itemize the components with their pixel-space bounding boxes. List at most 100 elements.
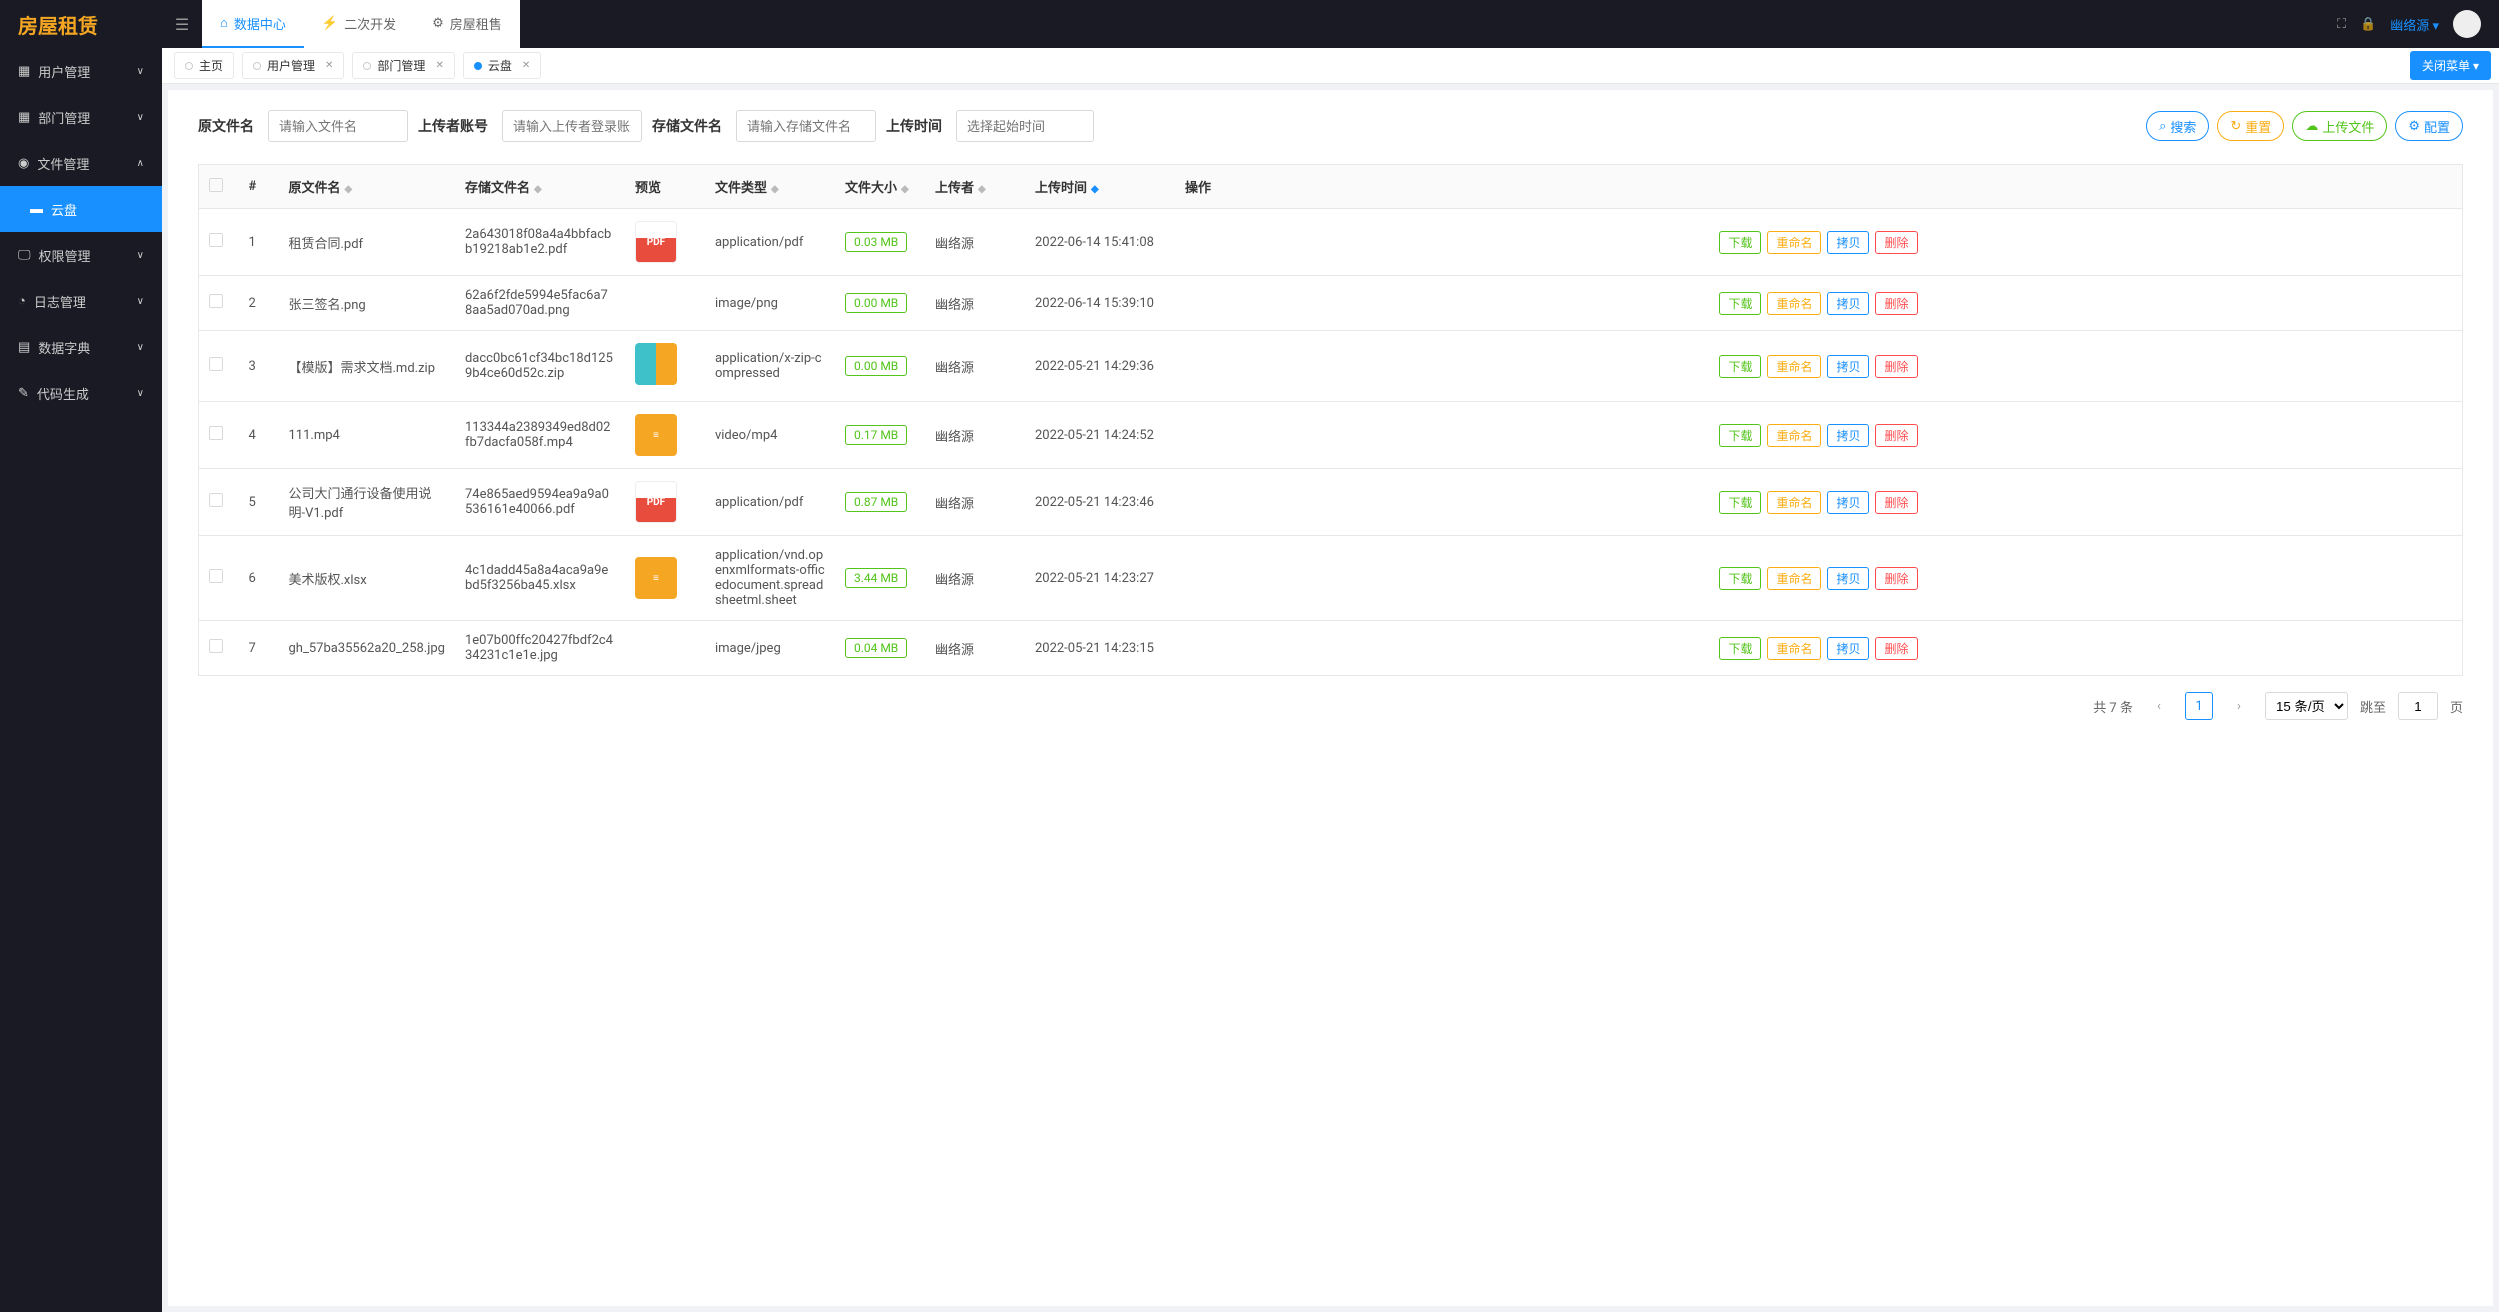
close-icon[interactable]: ✕ xyxy=(522,60,530,71)
sidebar-item-6[interactable]: ✎代码生成∨ xyxy=(0,370,162,416)
page-tab-0[interactable]: 主页 xyxy=(174,52,234,79)
copy-button[interactable]: 拷贝 xyxy=(1827,567,1869,590)
page-jump-input[interactable] xyxy=(2398,692,2438,720)
rename-button[interactable]: 重命名 xyxy=(1767,355,1821,378)
upload-button[interactable]: ☁ 上传文件 xyxy=(2292,111,2387,141)
download-button[interactable]: 下载 xyxy=(1719,567,1761,590)
copy-button[interactable]: 拷贝 xyxy=(1827,424,1869,447)
reset-button[interactable]: ↻ 重置 xyxy=(2217,111,2284,141)
page-tab-1[interactable]: 用户管理✕ xyxy=(242,52,344,79)
close-icon[interactable]: ✕ xyxy=(325,60,333,71)
row-checkbox[interactable] xyxy=(209,493,223,507)
sidebar-item-0[interactable]: ▦用户管理∨ xyxy=(0,48,162,94)
prev-page-button[interactable]: ‹ xyxy=(2145,692,2173,720)
page-tab-2[interactable]: 部门管理✕ xyxy=(352,52,454,79)
row-index: 7 xyxy=(239,621,279,676)
fullscreen-icon[interactable]: ⛶ xyxy=(2337,17,2346,32)
col-time[interactable]: 上传时间◆ xyxy=(1025,165,1175,209)
copy-button[interactable]: 拷贝 xyxy=(1827,292,1869,315)
page-number-1[interactable]: 1 xyxy=(2185,692,2213,720)
close-menu-button[interactable]: 关闭菜单 ▾ xyxy=(2410,51,2491,80)
sidebar-item-4[interactable]: ◔日志管理∨ xyxy=(0,278,162,324)
download-button[interactable]: 下载 xyxy=(1719,292,1761,315)
header-tab-2[interactable]: ⚙房屋租售 xyxy=(414,0,520,48)
row-file-type: application/x-zip-compressed xyxy=(705,331,835,402)
col-size[interactable]: 文件大小◆ xyxy=(835,165,925,209)
total-count-text: 共 7 条 xyxy=(2093,697,2133,716)
col-orig-filename[interactable]: 原文件名◆ xyxy=(279,165,455,209)
row-checkbox[interactable] xyxy=(209,426,223,440)
next-page-button[interactable]: › xyxy=(2225,692,2253,720)
delete-button[interactable]: 删除 xyxy=(1875,491,1917,514)
username-link[interactable]: 幽络源 ▾ xyxy=(2390,15,2439,34)
copy-button[interactable]: 拷贝 xyxy=(1827,491,1869,514)
copy-button[interactable]: 拷贝 xyxy=(1827,355,1869,378)
row-uploader: 幽络源 xyxy=(925,331,1025,402)
select-all-checkbox[interactable] xyxy=(209,178,223,192)
delete-button[interactable]: 删除 xyxy=(1875,424,1917,447)
col-uploader[interactable]: 上传者◆ xyxy=(925,165,1025,209)
download-button[interactable]: 下载 xyxy=(1719,231,1761,254)
download-button[interactable]: 下载 xyxy=(1719,355,1761,378)
row-uploader: 幽络源 xyxy=(925,209,1025,276)
row-checkbox[interactable] xyxy=(209,357,223,371)
pdf-file-icon: PDF xyxy=(635,221,677,263)
upload-time-label: 上传时间 xyxy=(886,116,942,136)
chevron-down-icon: ∨ xyxy=(137,112,144,123)
copy-button[interactable]: 拷贝 xyxy=(1827,637,1869,660)
lock-icon[interactable]: 🔒 xyxy=(2360,17,2376,32)
chevron-down-icon: ∨ xyxy=(137,296,144,307)
rename-button[interactable]: 重命名 xyxy=(1767,491,1821,514)
uploader-label: 上传者账号 xyxy=(418,116,488,136)
row-index: 4 xyxy=(239,402,279,469)
delete-button[interactable]: 删除 xyxy=(1875,292,1917,315)
upload-time-input[interactable] xyxy=(956,110,1094,142)
store-filename-input[interactable] xyxy=(736,110,876,142)
delete-button[interactable]: 删除 xyxy=(1875,567,1917,590)
page-size-select[interactable]: 15 条/页 xyxy=(2265,692,2348,720)
orig-filename-input[interactable] xyxy=(268,110,408,142)
download-button[interactable]: 下载 xyxy=(1719,637,1761,660)
row-upload-time: 2022-06-14 15:41:08 xyxy=(1025,209,1175,276)
page-tab-3[interactable]: 云盘✕ xyxy=(463,52,541,79)
menu-icon: ▦ xyxy=(18,110,30,125)
download-button[interactable]: 下载 xyxy=(1719,491,1761,514)
row-file-type: video/mp4 xyxy=(705,402,835,469)
page-suffix: 页 xyxy=(2450,697,2463,716)
menu-toggle-icon[interactable]: ☰ xyxy=(162,15,202,34)
close-icon[interactable]: ✕ xyxy=(435,60,443,71)
row-uploader: 幽络源 xyxy=(925,469,1025,536)
tab-indicator-icon xyxy=(363,62,371,70)
rename-button[interactable]: 重命名 xyxy=(1767,292,1821,315)
zip-file-icon xyxy=(635,343,677,385)
rename-button[interactable]: 重命名 xyxy=(1767,637,1821,660)
sidebar-subitem-2-0[interactable]: ▬云盘 xyxy=(0,186,162,232)
row-checkbox[interactable] xyxy=(209,294,223,308)
avatar[interactable] xyxy=(2453,10,2481,38)
col-store-filename[interactable]: 存储文件名◆ xyxy=(455,165,625,209)
sidebar-item-3[interactable]: 🖵权限管理∨ xyxy=(0,232,162,278)
row-checkbox[interactable] xyxy=(209,569,223,583)
delete-button[interactable]: 删除 xyxy=(1875,231,1917,254)
delete-button[interactable]: 删除 xyxy=(1875,355,1917,378)
rename-button[interactable]: 重命名 xyxy=(1767,567,1821,590)
row-store-filename: dacc0bc61cf34bc18d1259b4ce60d52c.zip xyxy=(455,331,625,402)
row-checkbox[interactable] xyxy=(209,233,223,247)
download-button[interactable]: 下载 xyxy=(1719,424,1761,447)
header-tab-0[interactable]: ⌂数据中心 xyxy=(202,0,304,48)
copy-button[interactable]: 拷贝 xyxy=(1827,231,1869,254)
delete-button[interactable]: 删除 xyxy=(1875,637,1917,660)
sidebar-item-1[interactable]: ▦部门管理∨ xyxy=(0,94,162,140)
config-button[interactable]: ⚙ 配置 xyxy=(2395,111,2463,141)
header-tab-1[interactable]: ⚡二次开发 xyxy=(304,0,414,48)
uploader-input[interactable] xyxy=(502,110,642,142)
col-type[interactable]: 文件类型◆ xyxy=(705,165,835,209)
sidebar-item-5[interactable]: ▤数据字典∨ xyxy=(0,324,162,370)
row-store-filename: 4c1dadd45a8a4aca9a9ebd5f3256ba45.xlsx xyxy=(455,536,625,621)
row-checkbox[interactable] xyxy=(209,639,223,653)
rename-button[interactable]: 重命名 xyxy=(1767,231,1821,254)
sidebar-item-2[interactable]: ◉文件管理∧ xyxy=(0,140,162,186)
search-button[interactable]: ⌕ 搜索 xyxy=(2146,111,2209,141)
rename-button[interactable]: 重命名 xyxy=(1767,424,1821,447)
tab-indicator-icon xyxy=(253,62,261,70)
